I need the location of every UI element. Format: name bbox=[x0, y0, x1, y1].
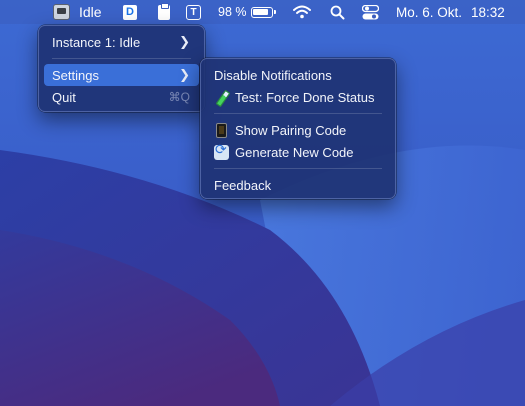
menu-bar: Idle D T 98 % Mo. 6. Okt. 18:32 bbox=[0, 0, 525, 24]
control-center-icon bbox=[362, 4, 379, 19]
menu-item-label: Test: Force Done Status bbox=[235, 89, 375, 105]
status-app-button[interactable] bbox=[53, 0, 70, 24]
menubar-clock[interactable]: Mo. 6. Okt. 18:32 bbox=[396, 0, 505, 24]
menu-item-test-force-done[interactable]: Test: Force Done Status bbox=[206, 86, 390, 108]
menu-item-feedback[interactable]: Feedback bbox=[206, 174, 390, 196]
clock-time: 18:32 bbox=[471, 4, 505, 20]
menu-item-show-pairing-code[interactable]: Show Pairing Code bbox=[206, 119, 390, 141]
menu-separator bbox=[214, 168, 382, 169]
refresh-icon bbox=[214, 142, 229, 160]
t-app-menu-extra[interactable]: T bbox=[186, 0, 201, 24]
menu-item-label: Disable Notifications bbox=[214, 67, 332, 83]
clipboard-icon bbox=[158, 2, 170, 20]
menu-item-disable-notifications[interactable]: Disable Notifications bbox=[206, 64, 390, 86]
search-icon bbox=[330, 5, 345, 19]
battery-menu-extra[interactable] bbox=[251, 0, 276, 24]
wifi-icon bbox=[293, 5, 311, 19]
chevron-right-icon: ❯ bbox=[179, 67, 190, 82]
settings-submenu: Disable Notifications Test: Force Done S… bbox=[200, 58, 396, 199]
menu-item-quit[interactable]: Quit ⌘Q bbox=[44, 86, 199, 108]
menu-item-generate-new-code[interactable]: Generate New Code bbox=[206, 141, 390, 163]
wifi-menu-extra[interactable] bbox=[293, 0, 311, 24]
menu-item-label: Instance 1: Idle bbox=[52, 34, 141, 50]
control-center-button[interactable] bbox=[362, 0, 379, 24]
d-app-menu-extra[interactable]: D bbox=[123, 0, 137, 24]
menu-item-label: Feedback bbox=[214, 177, 272, 193]
clock-date: Mo. 6. Okt. bbox=[396, 4, 463, 20]
menu-item-settings[interactable]: Settings ❯ bbox=[44, 64, 199, 86]
quit-shortcut: ⌘Q bbox=[168, 90, 190, 104]
status-app-menu: Instance 1: Idle ❯ Settings ❯ Quit ⌘Q bbox=[38, 25, 205, 112]
status-idle-text[interactable]: Idle bbox=[79, 0, 102, 24]
menu-item-label: Show Pairing Code bbox=[235, 122, 347, 138]
d-app-icon: D bbox=[123, 4, 137, 20]
clipboard-menu-extra[interactable] bbox=[158, 0, 170, 24]
menu-item-label: Settings bbox=[52, 67, 99, 83]
spotlight-button[interactable] bbox=[330, 0, 345, 24]
battery-icon bbox=[251, 6, 276, 18]
menu-separator bbox=[52, 58, 191, 59]
menu-item-label: Generate New Code bbox=[235, 144, 354, 160]
menu-item-label: Quit bbox=[52, 89, 76, 105]
menu-item-instance[interactable]: Instance 1: Idle ❯ bbox=[44, 31, 199, 53]
battery-percentage[interactable]: 98 % bbox=[218, 0, 247, 24]
monitor-app-icon bbox=[53, 4, 70, 20]
chevron-right-icon: ❯ bbox=[179, 34, 190, 49]
phone-icon bbox=[216, 122, 227, 138]
menu-separator bbox=[214, 113, 382, 114]
t-app-icon: T bbox=[186, 4, 201, 20]
test-tube-icon bbox=[214, 90, 229, 105]
